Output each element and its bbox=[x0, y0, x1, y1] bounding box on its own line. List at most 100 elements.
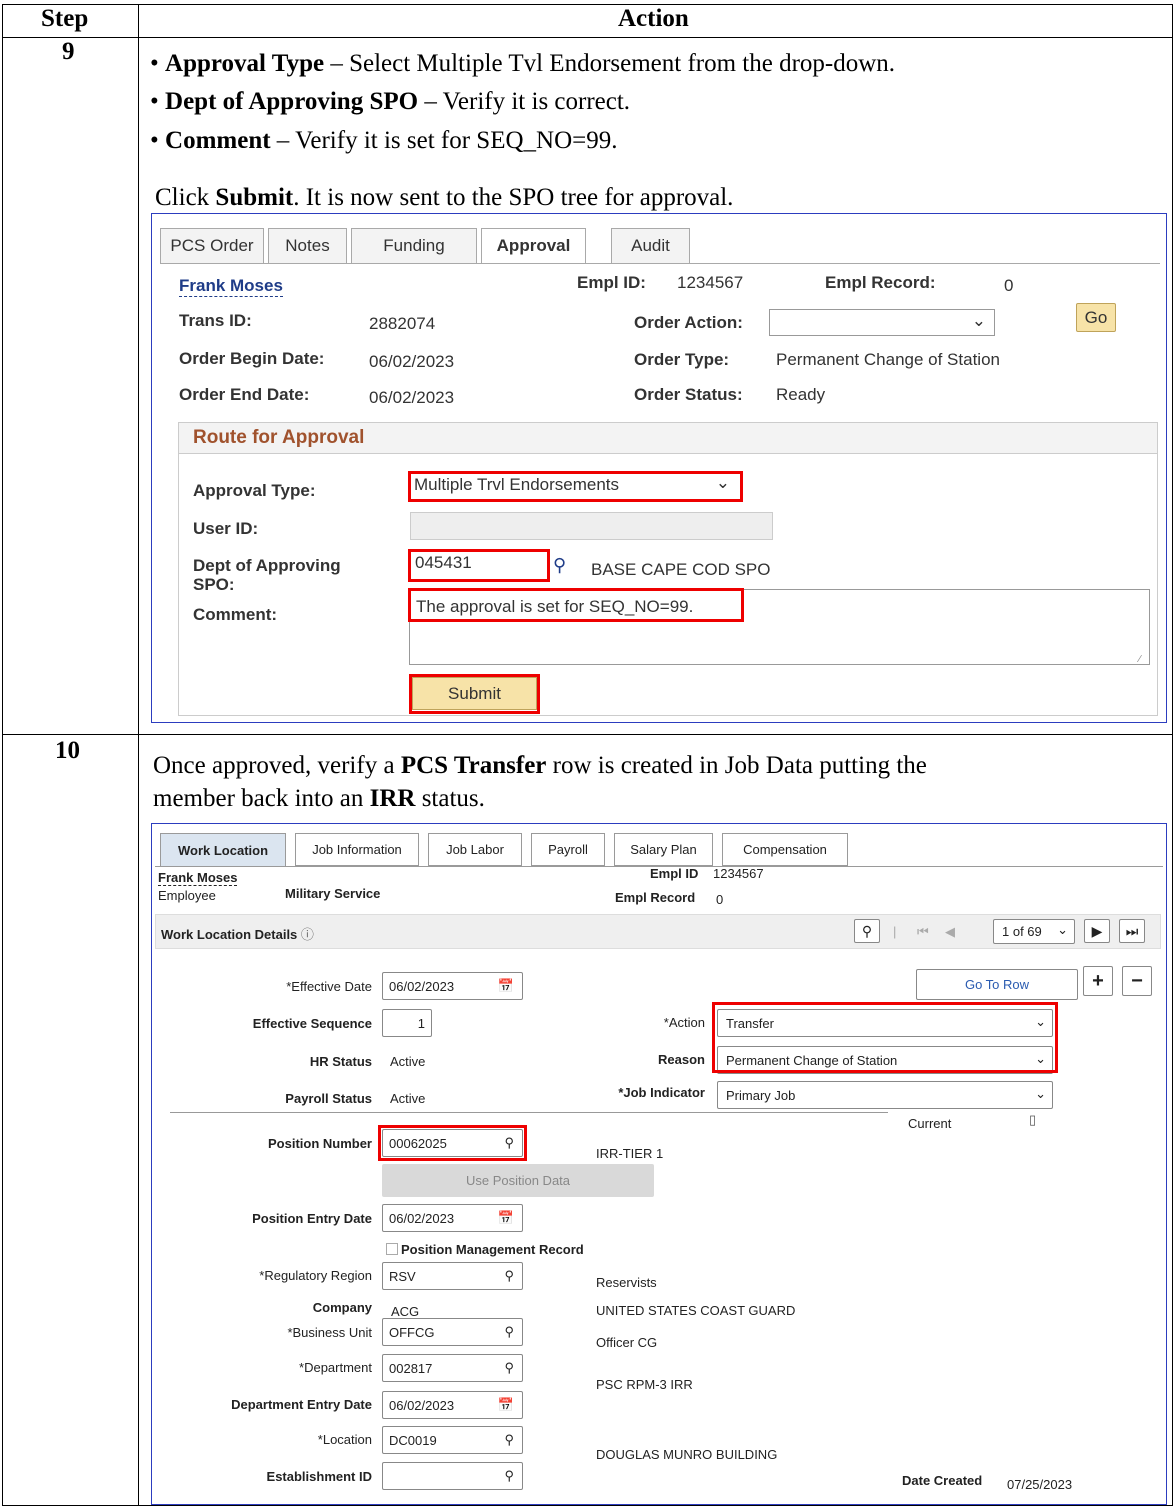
tab-approval[interactable]: Approval bbox=[481, 228, 586, 264]
business-unit-field[interactable]: OFFCG ⚲ bbox=[382, 1318, 523, 1346]
table-column-divider bbox=[138, 4, 139, 1506]
search-icon[interactable]: ⚲ bbox=[504, 1360, 514, 1376]
divider bbox=[170, 1112, 888, 1113]
position-number-label: Position Number bbox=[267, 1136, 372, 1151]
comment-label: Comment: bbox=[193, 605, 278, 624]
document-icon[interactable]: ▯ bbox=[1029, 1112, 1036, 1128]
bullet-dept: • Dept of Approving SPO – Verify it is c… bbox=[150, 88, 631, 115]
reg-region-field[interactable]: RSV ⚲ bbox=[382, 1262, 523, 1290]
order-type-value: Permanent Change of Station bbox=[776, 350, 1000, 369]
dept-description: BASE CAPE COD SPO bbox=[591, 560, 771, 579]
job-indicator-label: *Job Indicator bbox=[618, 1085, 705, 1100]
department-value: 002817 bbox=[389, 1361, 433, 1376]
hr-status-value: Active bbox=[390, 1054, 426, 1069]
employee-name[interactable]: Frank Moses bbox=[158, 870, 238, 886]
establishment-field[interactable]: ⚲ bbox=[382, 1462, 523, 1490]
pager-divider: | bbox=[893, 924, 897, 939]
search-icon[interactable]: ⚲ bbox=[504, 1432, 514, 1448]
company-label: Company bbox=[312, 1300, 372, 1315]
pager-select[interactable]: 1 of 69 ⌄ bbox=[993, 919, 1075, 944]
line2-bold: IRR bbox=[369, 785, 416, 812]
order-type-label: Order Type: bbox=[634, 350, 730, 369]
dept-entry-value: 06/02/2023 bbox=[389, 1398, 455, 1413]
click-submit-text: Click Submit. It is now sent to the SPO … bbox=[155, 184, 733, 212]
order-action-label: Order Action: bbox=[634, 313, 743, 332]
effective-date-field[interactable]: 06/02/2023 📅 bbox=[382, 972, 523, 1000]
next-page-button[interactable]: ▶ bbox=[1084, 919, 1110, 943]
line1-bold: PCS Transfer bbox=[400, 752, 547, 779]
last-page-button[interactable]: ⏭ bbox=[1119, 919, 1145, 943]
order-action-select[interactable]: ⌄ bbox=[769, 309, 995, 336]
line1-pre: Once approved, verify a bbox=[153, 752, 401, 779]
business-unit-value: OFFCG bbox=[389, 1325, 435, 1340]
order-end-label: Order End Date: bbox=[179, 385, 310, 404]
delete-row-button[interactable]: − bbox=[1122, 966, 1152, 996]
search-button[interactable]: ⚲ bbox=[854, 919, 880, 943]
calendar-icon[interactable]: 📅 bbox=[498, 1397, 514, 1413]
tab-pcs-order[interactable]: PCS Order bbox=[160, 228, 264, 264]
reg-region-label: *Regulatory Region bbox=[259, 1268, 372, 1283]
help-icon[interactable]: ⓘ bbox=[301, 927, 314, 942]
search-icon[interactable]: ⚲ bbox=[504, 1268, 514, 1284]
department-field[interactable]: 002817 ⚲ bbox=[382, 1354, 523, 1382]
tab-audit[interactable]: Audit bbox=[611, 228, 690, 264]
approval-screenshot: PCS Order Notes Funding Approval Audit F… bbox=[151, 213, 1167, 723]
chevron-down-icon: ⌄ bbox=[971, 311, 986, 330]
effective-seq-field[interactable]: 1 bbox=[382, 1009, 432, 1037]
position-mgmt-checkbox[interactable]: Position Management Record bbox=[386, 1242, 584, 1257]
position-mgmt-label: Position Management Record bbox=[401, 1242, 584, 1257]
line2-post: status. bbox=[415, 785, 485, 812]
first-page-icon[interactable]: ⏮ bbox=[917, 924, 929, 940]
tab-salary-plan[interactable]: Salary Plan bbox=[614, 833, 713, 866]
resize-handle-icon[interactable]: ∕ bbox=[1139, 654, 1141, 665]
user-id-label: User ID: bbox=[193, 519, 259, 538]
department-description: PSC RPM-3 IRR bbox=[596, 1377, 693, 1392]
effective-date-label: *Effective Date bbox=[286, 979, 372, 994]
tab-job-labor[interactable]: Job Labor bbox=[428, 833, 522, 866]
location-description: DOUGLAS MUNRO BUILDING bbox=[596, 1447, 778, 1462]
plus-icon: + bbox=[1092, 969, 1104, 992]
tab-notes[interactable]: Notes bbox=[268, 228, 347, 264]
employee-name[interactable]: Frank Moses bbox=[179, 276, 283, 297]
empl-record-value: 0 bbox=[716, 892, 724, 907]
search-icon[interactable]: ⚲ bbox=[504, 1468, 514, 1484]
calendar-icon[interactable]: 📅 bbox=[498, 1210, 514, 1226]
location-label: *Location bbox=[317, 1432, 372, 1447]
tab-underline bbox=[160, 263, 1160, 264]
approval-type-label: Approval Type: bbox=[193, 481, 316, 500]
search-icon[interactable]: ⚲ bbox=[504, 1324, 514, 1340]
tab-funding[interactable]: Funding bbox=[351, 228, 477, 264]
tab-job-information[interactable]: Job Information bbox=[295, 833, 419, 866]
location-field[interactable]: DC0019 ⚲ bbox=[382, 1426, 523, 1454]
payroll-status-label: Payroll Status bbox=[285, 1091, 372, 1106]
position-entry-field[interactable]: 06/02/2023 📅 bbox=[382, 1204, 523, 1232]
tab-payroll[interactable]: Payroll bbox=[531, 833, 605, 866]
search-icon[interactable]: ⚲ bbox=[553, 555, 566, 576]
header-action: Action bbox=[618, 5, 689, 32]
bullet-approval-type: • Approval Type – Select Multiple Tvl En… bbox=[150, 50, 896, 77]
line2-pre: member back into an bbox=[153, 785, 370, 812]
click-pre: Click bbox=[155, 184, 216, 211]
effective-date-value: 06/02/2023 bbox=[389, 979, 455, 994]
effective-seq-value: 1 bbox=[417, 1016, 425, 1031]
calendar-icon[interactable]: 📅 bbox=[498, 978, 514, 994]
step10-line2: member back into an IRR status. bbox=[153, 785, 485, 813]
table-header-divider bbox=[2, 37, 1173, 38]
go-to-row-button[interactable]: Go To Row bbox=[916, 969, 1078, 1000]
chevron-down-icon: ⌄ bbox=[1057, 922, 1068, 937]
dept-entry-field[interactable]: 06/02/2023 📅 bbox=[382, 1391, 523, 1419]
empl-record-label: Empl Record: bbox=[825, 273, 936, 292]
table-row-divider bbox=[2, 734, 1173, 735]
payroll-status-value: Active bbox=[390, 1091, 426, 1106]
job-indicator-select[interactable]: Primary Job ⌄ bbox=[717, 1081, 1053, 1109]
section-title: Route for Approval bbox=[193, 427, 365, 448]
next-page-icon: ▶ bbox=[1091, 922, 1103, 939]
last-page-icon: ⏭ bbox=[1125, 922, 1139, 939]
tab-work-location[interactable]: Work Location bbox=[160, 833, 286, 866]
previous-page-icon[interactable]: ◀ bbox=[945, 924, 955, 940]
add-row-button[interactable]: + bbox=[1083, 966, 1113, 996]
location-value: DC0019 bbox=[389, 1433, 437, 1448]
tab-compensation[interactable]: Compensation bbox=[722, 833, 848, 866]
use-position-data-button[interactable]: Use Position Data bbox=[382, 1164, 654, 1197]
go-button[interactable]: Go bbox=[1076, 303, 1116, 332]
